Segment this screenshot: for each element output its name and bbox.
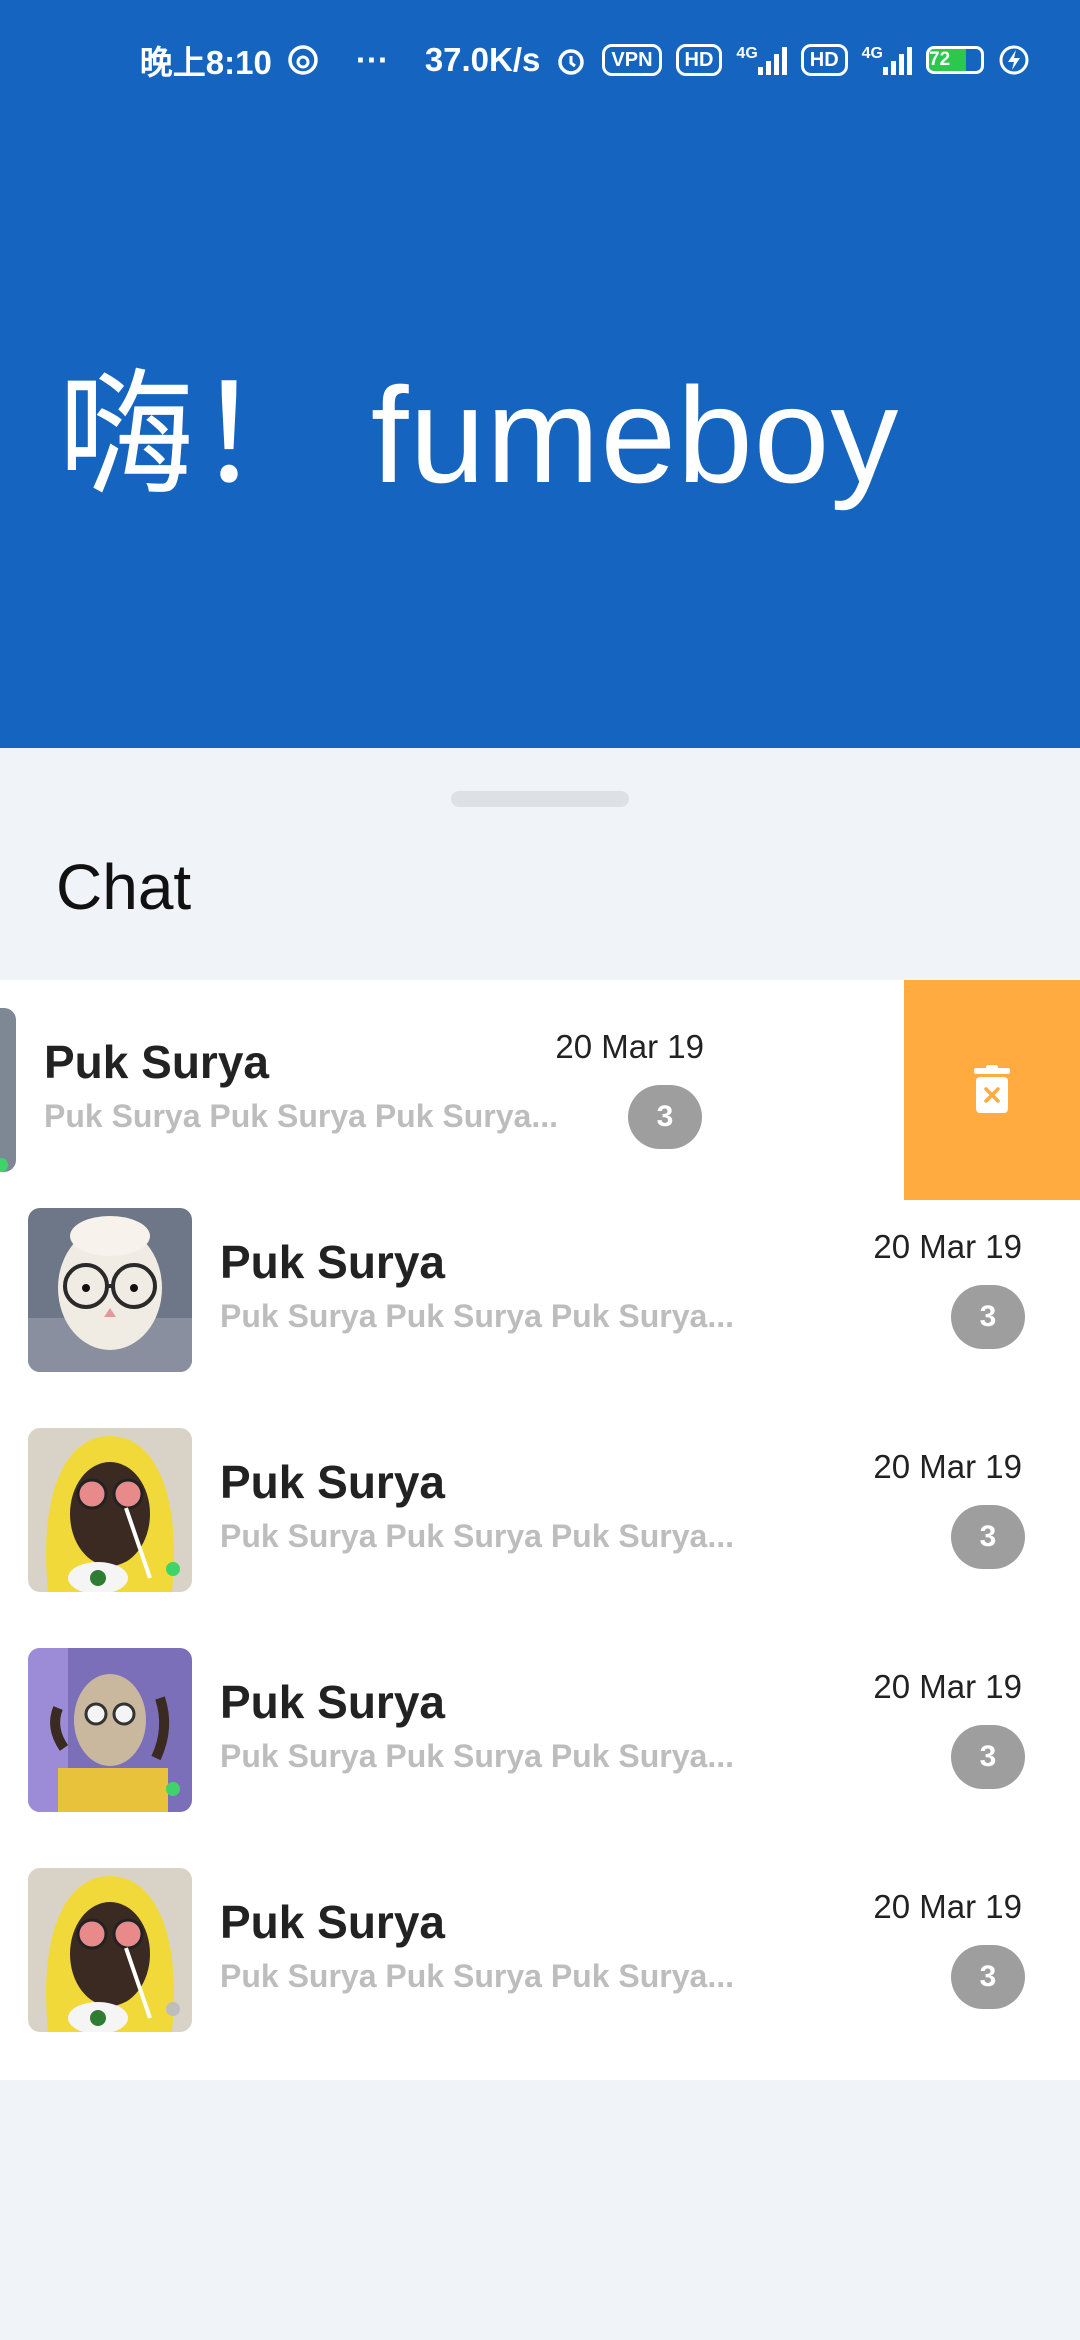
hd-icon-2: HD <box>800 44 848 76</box>
unread-badge: 3 <box>951 1285 1025 1349</box>
battery-icon: 72 <box>926 46 984 74</box>
message-preview: Puk Surya Puk Surya Puk Surya... <box>44 1098 558 1134</box>
offline-indicator <box>166 2002 180 2016</box>
avatar[interactable] <box>28 1208 192 1372</box>
message-date: 20 Mar 19 <box>555 1028 704 1065</box>
unread-badge: 3 <box>951 1725 1025 1789</box>
alarm-icon <box>554 43 588 77</box>
chat-list-item[interactable]: Puk Surya Puk Surya Puk Surya Puk Surya.… <box>0 1200 1080 1420</box>
unread-badge: 3 <box>951 1505 1025 1569</box>
contact-name: Puk Surya <box>220 1456 445 1508</box>
delete-action-button[interactable] <box>904 980 1080 1200</box>
contact-name: Puk Surya <box>220 1896 445 1948</box>
trash-icon <box>974 1065 1010 1113</box>
online-indicator <box>166 1782 180 1796</box>
vpn-icon: VPN <box>602 44 662 76</box>
avatar[interactable] <box>0 1008 16 1172</box>
profile-header: 晚上8:10 ··· 37.0K/s VPN HD 4G HD 4G 72 嗨！… <box>0 0 1080 748</box>
chat-list-item[interactable]: Puk Surya Puk Surya Puk Surya Puk Surya.… <box>0 1860 1080 2080</box>
section-title: Chat <box>56 851 192 923</box>
status-bar: 晚上8:10 ··· 37.0K/s VPN HD 4G HD 4G 72 <box>0 0 1080 120</box>
message-date: 20 Mar 19 <box>873 1228 1022 1265</box>
contact-name: Puk Surya <box>44 1036 269 1088</box>
chat-list-item[interactable]: Puk Surya Puk Surya Puk Surya Puk Surya.… <box>0 1640 1080 1860</box>
contact-name: Puk Surya <box>220 1676 445 1728</box>
signal-icon-2: 4G <box>862 45 912 75</box>
online-indicator <box>166 1562 180 1576</box>
greeting-title: 嗨！ fumeboy <box>58 359 900 511</box>
chat-list-item[interactable]: Puk Surya Puk Surya Puk Surya Puk Surya.… <box>0 1420 1080 1640</box>
status-time: 晚上8:10 <box>139 44 272 81</box>
message-date: 20 Mar 19 <box>873 1888 1022 1925</box>
battery-level: 72 <box>929 49 951 70</box>
more-notifications-icon: ··· <box>355 41 389 78</box>
chat-list[interactable]: Puk Surya Puk Surya Puk Surya Puk Surya.… <box>0 980 1080 2080</box>
message-preview: Puk Surya Puk Surya Puk Surya... <box>220 1298 734 1334</box>
message-preview: Puk Surya Puk Surya Puk Surya... <box>220 1518 734 1554</box>
unread-badge: 3 <box>628 1085 702 1149</box>
contact-name: Puk Surya <box>220 1236 445 1288</box>
signal-icon: 4G <box>736 45 787 75</box>
hd-icon: HD <box>675 44 723 76</box>
network-type-label: 4G <box>736 45 758 62</box>
message-preview: Puk Surya Puk Surya Puk Surya... <box>220 1958 734 1994</box>
network-type-label-2: 4G <box>861 45 883 62</box>
drag-handle[interactable] <box>451 791 629 807</box>
charging-icon <box>998 44 1030 76</box>
chat-list-item[interactable]: Puk Surya Puk Surya Puk Surya Puk Surya.… <box>0 980 904 1200</box>
network-speed: 37.0K/s <box>424 41 541 78</box>
netease-music-icon <box>286 43 320 77</box>
unread-badge: 3 <box>951 1945 1025 2009</box>
message-preview: Puk Surya Puk Surya Puk Surya... <box>220 1738 734 1774</box>
message-date: 20 Mar 19 <box>873 1448 1022 1485</box>
message-date: 20 Mar 19 <box>873 1668 1022 1705</box>
